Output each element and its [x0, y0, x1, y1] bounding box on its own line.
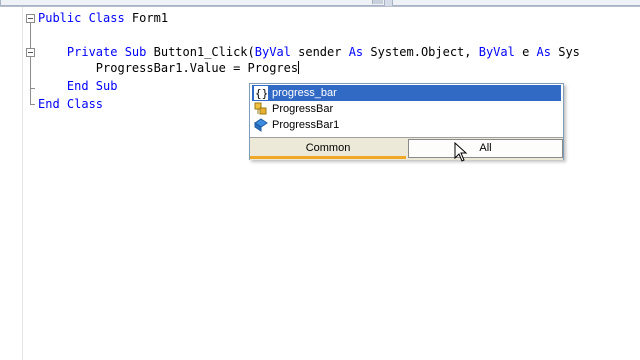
code-keyword: As	[536, 45, 551, 59]
completion-label: progress_bar	[272, 87, 337, 99]
code-keyword: As	[348, 45, 364, 59]
intellisense-list[interactable]: {} progress_bar ProgressBar ProgressBar1…	[249, 83, 564, 160]
code-text: e	[514, 45, 537, 59]
code-keyword: End Class	[38, 97, 104, 111]
code-line[interactable]: End Class	[38, 96, 103, 112]
collapse-sub-icon[interactable]	[26, 48, 35, 57]
collapse-class-icon[interactable]	[26, 14, 35, 23]
code-keyword: Public Class	[38, 11, 125, 25]
completion-label: ProgressBar1	[272, 119, 340, 131]
tab-common[interactable]: Common	[250, 138, 406, 159]
class-name-dropdown[interactable]	[0, 0, 385, 6]
completion-item-progress-bar[interactable]: {} progress_bar	[252, 85, 561, 101]
tab-all[interactable]: All	[408, 139, 563, 158]
code-line[interactable]: End Sub	[38, 78, 118, 94]
code-keyword: End Sub	[66, 79, 118, 93]
svg-text:{}: {}	[255, 87, 268, 100]
code-line[interactable]: Private Sub Button1_Click(ByVal sender A…	[38, 44, 580, 60]
text-caret	[298, 61, 300, 74]
outline-line	[30, 23, 31, 104]
outline-tick	[30, 88, 35, 89]
mouse-cursor-icon	[454, 142, 468, 162]
completion-item-progressbar[interactable]: ProgressBar	[252, 101, 561, 117]
outline-tick	[30, 104, 35, 105]
code-text: Button1_Click(	[146, 45, 255, 59]
code-keyword: ByVal	[254, 45, 291, 59]
completion-tabs: Common All	[250, 137, 563, 160]
editor-gutter	[0, 7, 23, 360]
code-keyword: ByVal	[478, 45, 515, 59]
completion-item-progressbar1[interactable]: ProgressBar1	[252, 117, 561, 133]
completion-label: ProgressBar	[272, 103, 334, 115]
method-name-dropdown[interactable]	[392, 0, 640, 6]
code-text: sender	[290, 45, 349, 59]
code-keyword: Private Sub	[66, 45, 147, 59]
code-line[interactable]: Public Class Form1	[38, 10, 168, 26]
code-line[interactable]: ProgressBar1.Value = Progres	[38, 60, 300, 76]
top-dropdown-bar	[0, 0, 640, 7]
code-text: Form1	[124, 11, 169, 25]
class-icon	[254, 102, 267, 115]
chevron-down-icon[interactable]	[372, 0, 383, 4]
code-text: System.Object,	[363, 45, 479, 59]
namespace-icon: {}	[254, 86, 268, 100]
code-text: ProgressBar1.Value = Progres	[38, 61, 299, 75]
code-text: Sys	[551, 45, 580, 59]
field-icon	[254, 118, 268, 132]
